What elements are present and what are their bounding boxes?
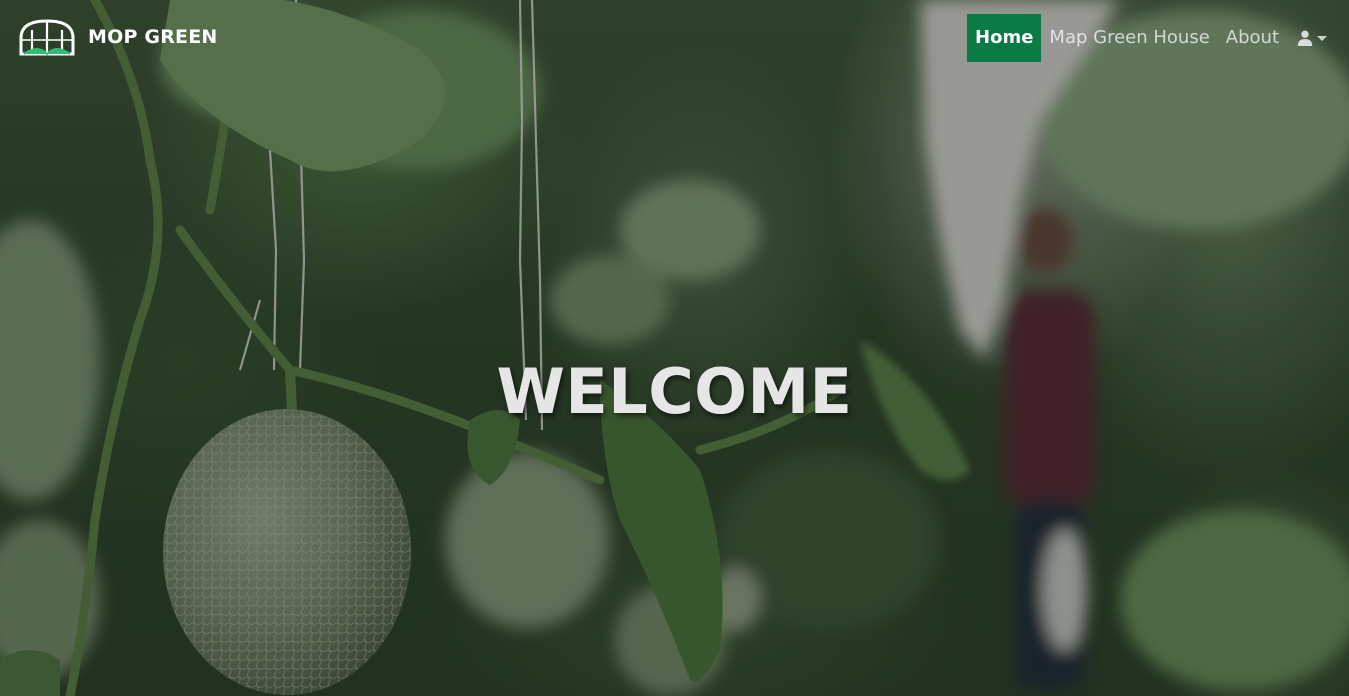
brand-link[interactable]: MOP GREEN xyxy=(18,18,217,56)
nav-link-about[interactable]: About xyxy=(1218,14,1287,62)
nav-link-home[interactable]: Home xyxy=(967,14,1042,62)
brand-name: MOP GREEN xyxy=(88,26,218,48)
top-navbar: MOP GREEN Home Map Green House About xyxy=(0,0,1349,70)
user-icon xyxy=(1297,30,1313,46)
caret-down-icon xyxy=(1317,35,1327,41)
greenhouse-icon xyxy=(19,19,75,56)
hero-dark-overlay xyxy=(0,0,1349,696)
hero-heading: WELCOME xyxy=(496,354,853,428)
nav-menu: Home Map Green House About xyxy=(967,14,1333,62)
hero-section: MOP GREEN Home Map Green House About WEL… xyxy=(0,0,1349,696)
user-menu-toggle[interactable] xyxy=(1287,14,1333,62)
nav-link-map-green-house[interactable]: Map Green House xyxy=(1041,14,1217,62)
